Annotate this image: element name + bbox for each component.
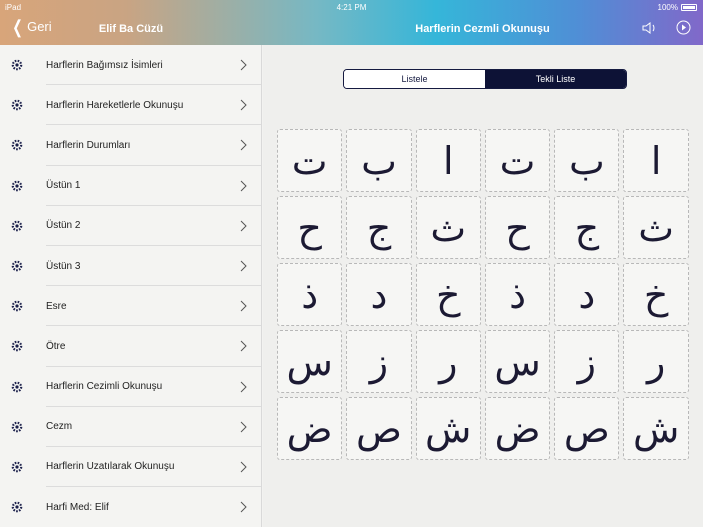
chevron-right-icon bbox=[240, 140, 247, 151]
letter-cell[interactable]: ش bbox=[623, 397, 689, 460]
letter-cell[interactable]: خ bbox=[415, 263, 481, 326]
letter-cell[interactable]: ب bbox=[554, 129, 620, 192]
letter-cell[interactable]: خ bbox=[623, 263, 689, 326]
sidebar-item[interactable]: Harflerin Durumları bbox=[0, 125, 261, 166]
letter-cell[interactable]: ا bbox=[623, 129, 689, 192]
letter-cell[interactable]: ذ bbox=[277, 263, 343, 326]
letter-cell[interactable]: د bbox=[554, 263, 620, 326]
sidebar-item[interactable]: Cezm bbox=[0, 407, 261, 448]
top-bar: iPad 4:21 PM 100% ❮ Geri Elif Ba Cüzü Ha… bbox=[0, 0, 703, 45]
gear-icon bbox=[11, 260, 23, 272]
letter-row: ذ د خ ذ د خ bbox=[277, 263, 689, 326]
sidebar-item[interactable]: Esre bbox=[0, 286, 261, 327]
sidebar-item[interactable]: Üstün 3 bbox=[0, 246, 261, 287]
sidebar: Harflerin Bağımsız İsimleri Harflerin Ha… bbox=[0, 45, 262, 527]
sidebar-item-label: Ötre bbox=[46, 340, 66, 352]
sidebar-item[interactable]: Harflerin Hareketlerle Okunuşu bbox=[0, 85, 261, 126]
main-content: Listele Tekli Liste ت ب ا ت ب ا ح ج ث ح … bbox=[263, 45, 703, 527]
chevron-right-icon bbox=[240, 461, 247, 473]
speaker-icon[interactable] bbox=[642, 21, 658, 35]
gear-icon bbox=[11, 341, 23, 352]
letter-row: ت ب ا ت ب ا bbox=[277, 129, 689, 192]
sidebar-item[interactable]: Harflerin Bağımsız İsimleri bbox=[0, 45, 261, 86]
status-bar: iPad 4:21 PM 100% bbox=[0, 0, 703, 14]
segment-listele[interactable]: Listele bbox=[344, 70, 485, 88]
letter-cell[interactable]: ث bbox=[623, 196, 689, 259]
gear-icon bbox=[11, 99, 23, 111]
chevron-right-icon bbox=[240, 59, 247, 71]
sidebar-item-label: Harflerin Bağımsız İsimleri bbox=[46, 59, 163, 71]
sidebar-item-label: Cezm bbox=[46, 421, 73, 433]
letter-cell[interactable]: ج bbox=[346, 196, 412, 259]
chevron-right-icon bbox=[240, 421, 247, 433]
gear-icon bbox=[11, 300, 23, 312]
chevron-right-icon bbox=[240, 260, 247, 272]
sidebar-item-label: Harflerin Durumları bbox=[46, 139, 131, 151]
sidebar-item-label: Harfi Med: Elif bbox=[46, 501, 109, 513]
chevron-right-icon bbox=[240, 341, 247, 352]
letter-cell[interactable]: ت bbox=[277, 129, 343, 192]
sidebar-item-label: Harflerin Uzatılarak Okunuşu bbox=[46, 461, 175, 473]
sidebar-item-label: Üstün 1 bbox=[46, 180, 81, 192]
page-title: Harflerin Cezmli Okunuşu bbox=[415, 23, 550, 35]
letter-row: ح ج ث ح ج ث bbox=[277, 196, 689, 259]
battery-indicator: 100% bbox=[658, 3, 697, 12]
gear-icon bbox=[11, 461, 23, 473]
sidebar-item-label: Harflerin Cezimli Okunuşu bbox=[46, 381, 163, 393]
battery-percent: 100% bbox=[657, 3, 678, 12]
letter-cell[interactable]: ص bbox=[346, 397, 412, 460]
letter-cell[interactable]: ض bbox=[277, 397, 343, 460]
letter-cell[interactable]: ز bbox=[346, 330, 412, 393]
sidebar-title: Elif Ba Cüzü bbox=[98, 23, 164, 35]
letter-cell[interactable]: ت bbox=[484, 129, 551, 192]
chevron-right-icon bbox=[240, 381, 247, 392]
letter-cell[interactable]: د bbox=[346, 263, 412, 326]
sidebar-item[interactable]: Harflerin Cezimli Okunuşu bbox=[0, 367, 261, 407]
letter-cell[interactable]: ب bbox=[346, 129, 412, 192]
chevron-right-icon bbox=[240, 501, 247, 513]
chevron-right-icon bbox=[240, 300, 247, 312]
letter-cell[interactable]: ص bbox=[554, 397, 620, 460]
letter-cell[interactable]: ر bbox=[415, 330, 481, 393]
letter-cell[interactable]: ر bbox=[623, 330, 689, 393]
chevron-right-icon bbox=[240, 99, 247, 111]
gear-icon bbox=[11, 501, 23, 513]
letter-cell[interactable]: ج bbox=[554, 196, 620, 259]
letter-cell[interactable]: ذ bbox=[484, 263, 551, 326]
view-mode-segmented-control: Listele Tekli Liste bbox=[343, 69, 627, 89]
clock: 4:21 PM bbox=[336, 3, 367, 12]
letter-cell[interactable]: ث bbox=[415, 196, 481, 259]
letter-cell[interactable]: ض bbox=[484, 397, 551, 460]
letter-row: ض ص ش ض ص ش bbox=[277, 397, 689, 460]
sidebar-item[interactable]: Üstün 1 bbox=[0, 166, 261, 206]
sidebar-item[interactable]: Harflerin Uzatılarak Okunuşu bbox=[0, 447, 261, 488]
sidebar-item[interactable]: Üstün 2 bbox=[0, 206, 261, 247]
sidebar-item-label: Üstün 2 bbox=[46, 220, 81, 232]
letter-cell[interactable]: ز bbox=[554, 330, 620, 393]
segment-tekli-liste[interactable]: Tekli Liste bbox=[485, 70, 626, 88]
play-icon[interactable] bbox=[676, 20, 691, 35]
chevron-right-icon bbox=[240, 180, 247, 192]
letter-cell[interactable]: س bbox=[484, 330, 551, 393]
gear-icon bbox=[11, 421, 23, 433]
letter-cell[interactable]: ش bbox=[415, 397, 481, 460]
sidebar-item-label: Esre bbox=[46, 300, 67, 312]
gear-icon bbox=[11, 140, 23, 151]
letter-cell[interactable]: ح bbox=[277, 196, 343, 259]
battery-icon bbox=[681, 4, 697, 11]
letter-cell[interactable]: ح bbox=[484, 196, 551, 259]
letter-cell[interactable]: س bbox=[277, 330, 343, 393]
sidebar-item-label: Harflerin Hareketlerle Okunuşu bbox=[46, 99, 184, 111]
gear-icon bbox=[11, 381, 23, 392]
gear-icon bbox=[11, 220, 23, 232]
chevron-right-icon bbox=[240, 220, 247, 232]
letter-grid: ت ب ا ت ب ا ح ج ث ح ج ث ذ د خ ذ د خ س ز … bbox=[277, 129, 689, 464]
gear-icon bbox=[11, 59, 23, 71]
gear-icon bbox=[11, 180, 23, 191]
sidebar-item-label: Üstün 3 bbox=[46, 260, 81, 272]
sidebar-item[interactable]: Ötre bbox=[0, 326, 261, 367]
sidebar-item[interactable]: Harfi Med: Elif bbox=[0, 487, 261, 527]
letter-cell[interactable]: ا bbox=[415, 129, 481, 192]
letter-row: س ز ر س ز ر bbox=[277, 330, 689, 393]
